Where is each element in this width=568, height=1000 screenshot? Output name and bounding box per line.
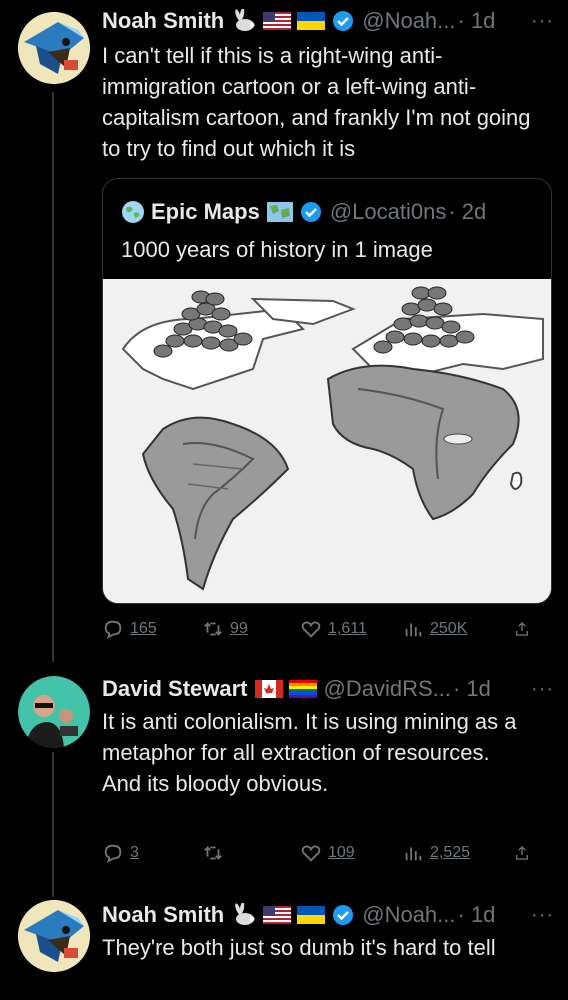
- rainbow-flag-icon: [288, 680, 317, 698]
- tweet-text-line: And its bloody obvious.: [102, 771, 329, 796]
- ukraine-flag-icon: [297, 12, 326, 30]
- like-icon: [301, 621, 321, 638]
- tweet[interactable]: David Stewart @DavidRS... · 1d ··· It is…: [0, 668, 568, 883]
- ukraine-flag-icon: [297, 906, 326, 924]
- retweet-button[interactable]: [202, 842, 300, 864]
- author-handle[interactable]: @DavidRS...: [324, 676, 451, 702]
- retweet-button[interactable]: 99: [202, 618, 300, 640]
- reply-icon: [104, 844, 122, 864]
- verified-badge-icon: [333, 905, 354, 925]
- reply-button[interactable]: 165: [102, 618, 202, 640]
- author-name[interactable]: David Stewart: [102, 676, 248, 702]
- share-icon: [516, 622, 528, 636]
- avatar[interactable]: [18, 12, 90, 84]
- views-count: 250K: [430, 620, 468, 637]
- avatar[interactable]: [18, 900, 90, 972]
- canada-flag-icon: [254, 680, 283, 698]
- tweet-text: They're both just so dumb it's hard to t…: [102, 935, 496, 960]
- author-name[interactable]: Noah Smith: [102, 902, 224, 928]
- quote-author-handle[interactable]: @Locati0ns: [330, 199, 447, 225]
- author-handle[interactable]: @Noah...: [362, 8, 455, 34]
- tweet-text: It is anti colonialism. It is using mini…: [102, 706, 550, 799]
- views-icon: [405, 623, 422, 637]
- tweet-actions: 3 109 2,525: [102, 838, 548, 868]
- reply-count: 3: [130, 844, 139, 861]
- tweet-actions: 165 99 1,611 250K: [102, 614, 548, 644]
- views-count: 2,525: [430, 844, 471, 861]
- tweet-time[interactable]: · 1d: [458, 902, 496, 928]
- us-flag-icon: [263, 12, 292, 30]
- like-count: 1,611: [328, 620, 367, 637]
- share-button[interactable]: [514, 842, 536, 864]
- cartoon-map-image[interactable]: [103, 279, 551, 603]
- more-options-button[interactable]: ···: [531, 678, 554, 701]
- avatar[interactable]: [18, 676, 90, 748]
- share-icon: [516, 846, 528, 860]
- more-options-button[interactable]: ···: [531, 904, 554, 927]
- tweet[interactable]: Noah Smith @Noah... · 1d ··· I can't tel…: [0, 0, 568, 660]
- like-button[interactable]: 1,611: [300, 618, 402, 640]
- views-button[interactable]: 250K: [402, 618, 514, 640]
- globe-icon: [122, 201, 144, 223]
- author-handle[interactable]: @Noah...: [362, 902, 455, 928]
- author-name[interactable]: Noah Smith: [102, 8, 224, 34]
- views-button[interactable]: 2,525: [402, 842, 514, 864]
- retweet-count: 99: [230, 620, 248, 637]
- quote-time[interactable]: · 2d: [448, 199, 486, 225]
- tweet-time[interactable]: · 1d: [453, 676, 491, 702]
- quote-tweet[interactable]: Epic Maps @Locati0ns · 2d 1000 years of …: [102, 178, 552, 604]
- reply-icon: [104, 620, 122, 640]
- verified-badge-icon: [300, 202, 321, 222]
- more-options-button[interactable]: ···: [531, 10, 554, 33]
- us-flag-icon: [263, 906, 292, 924]
- tweet[interactable]: Noah Smith @Noah... · 1d ··· They're bot…: [0, 894, 568, 1000]
- verified-badge-icon: [333, 11, 354, 31]
- like-button[interactable]: 109: [300, 842, 402, 864]
- like-icon: [301, 845, 321, 862]
- retweet-icon: [204, 622, 222, 636]
- reply-button[interactable]: 3: [102, 842, 202, 864]
- quote-text: 1000 years of history in 1 image: [121, 237, 433, 262]
- tweet-time[interactable]: · 1d: [458, 8, 496, 34]
- rabbit-icon: [235, 903, 255, 925]
- retweet-icon: [204, 846, 222, 860]
- share-button[interactable]: [514, 618, 536, 640]
- tweet-text-line: It is anti colonialism. It is using mini…: [102, 709, 517, 765]
- tweet-text: I can't tell if this is a right-wing ant…: [102, 43, 531, 161]
- quote-author-name[interactable]: Epic Maps: [151, 199, 260, 225]
- like-count: 109: [328, 844, 355, 861]
- views-icon: [405, 847, 422, 861]
- rabbit-icon: [235, 9, 255, 31]
- map-icon: [266, 202, 293, 222]
- reply-count: 165: [130, 620, 157, 637]
